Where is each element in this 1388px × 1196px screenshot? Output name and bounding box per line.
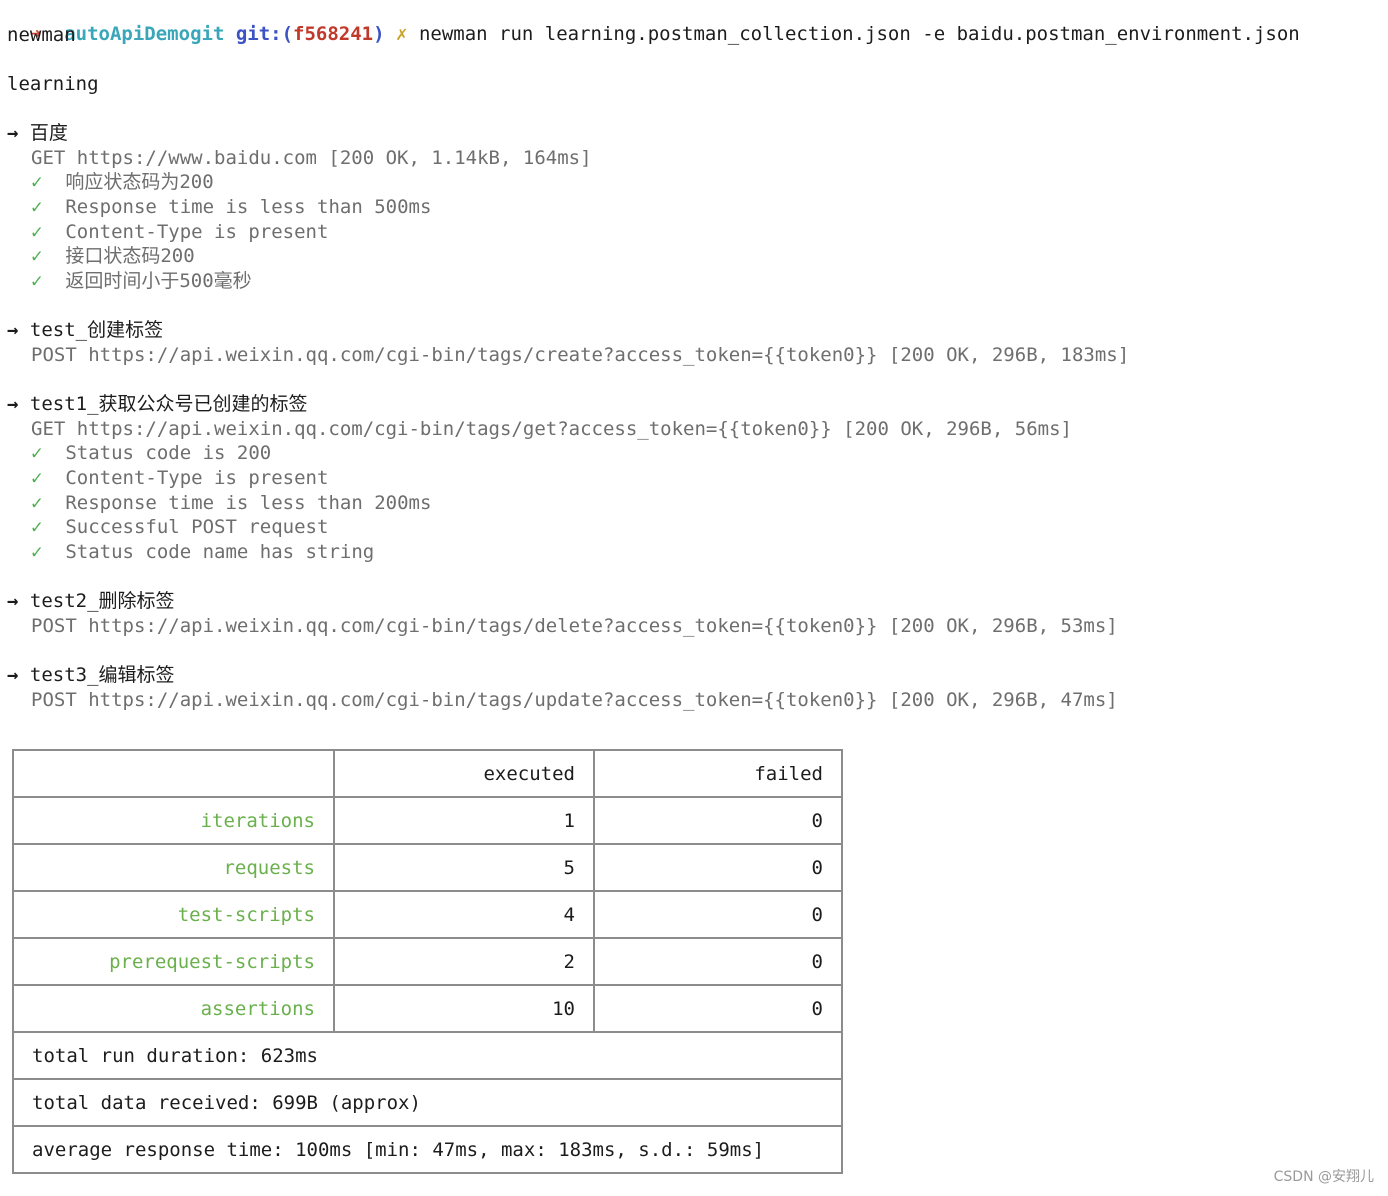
assertion-text: Successful POST request	[65, 516, 329, 538]
summary-metric: test-scripts	[12, 890, 335, 939]
check-icon: ✓	[31, 516, 43, 538]
check-icon: ✓	[31, 245, 43, 267]
summary-row: assertions 10 0	[12, 984, 843, 1033]
prompt-git-label: git:(	[235, 23, 294, 45]
assertion-item: ✓ Successful POST request	[31, 515, 328, 539]
request-name: test2_删除标签	[29, 590, 175, 612]
summary-footer-row: total data received: 699B (approx)	[12, 1078, 843, 1127]
assertion-item: ✓ Response time is less than 500ms	[31, 195, 431, 219]
assertion-item: ✓ Status code name has string	[31, 540, 374, 564]
summary-failed: 0	[593, 796, 843, 845]
summary-row: test-scripts 4 0	[12, 890, 843, 939]
assertion-item: ✓ Response time is less than 200ms	[31, 491, 431, 515]
assertion-text: Content-Type is present	[65, 221, 329, 243]
summary-header-cell: executed	[333, 749, 595, 798]
prompt-directory: autoApiDemogit	[64, 23, 225, 45]
summary-metric: assertions	[12, 984, 335, 1033]
request-line: POST https://api.weixin.qq.com/cgi-bin/t…	[31, 689, 1118, 711]
terminal-prompt-line: ➜ autoApiDemogit git:(f568241) ✗ newman …	[7, 0, 1300, 45]
summary-header-cell	[12, 749, 335, 798]
assertion-item: ✓ Content-Type is present	[31, 220, 328, 244]
assertion-text: Status code is 200	[65, 442, 272, 464]
assertion-text: Response time is less than 200ms	[65, 492, 432, 514]
request-line: GET https://www.baidu.com [200 OK, 1.14k…	[31, 147, 592, 169]
request-arrow-icon: →	[7, 590, 19, 612]
check-icon: ✓	[31, 442, 43, 464]
tool-name: newman	[7, 24, 76, 46]
summary-failed: 0	[593, 843, 843, 892]
check-icon: ✓	[31, 270, 43, 292]
request-arrow-icon: →	[7, 393, 19, 415]
request-header: → test3_编辑标签	[7, 663, 175, 687]
assertion-text: 响应状态码为200	[65, 171, 214, 193]
summary-header-cell: failed	[593, 749, 843, 798]
request-header: → test2_删除标签	[7, 589, 175, 613]
check-icon: ✓	[31, 541, 43, 563]
assertion-text: Status code name has string	[65, 541, 375, 563]
assertion-text: Response time is less than 500ms	[65, 196, 432, 218]
request-line: POST https://api.weixin.qq.com/cgi-bin/t…	[31, 615, 1118, 637]
assertion-text: 返回时间小于500毫秒	[65, 270, 252, 292]
check-icon: ✓	[31, 467, 43, 489]
summary-metric: prerequest-scripts	[12, 937, 335, 986]
assertion-item: ✓ Content-Type is present	[31, 466, 328, 490]
summary-footer-row: average response time: 100ms [min: 47ms,…	[12, 1125, 843, 1174]
assertion-text: 接口状态码200	[65, 245, 195, 267]
request-name: test1_获取公众号已创建的标签	[29, 393, 308, 415]
assertion-item: ✓ Status code is 200	[31, 441, 271, 465]
assertion-text: Content-Type is present	[65, 467, 329, 489]
summary-row: prerequest-scripts 2 0	[12, 937, 843, 986]
summary-metric: iterations	[12, 796, 335, 845]
total-data-received: total data received: 699B (approx)	[12, 1078, 843, 1127]
summary-row: requests 5 0	[12, 843, 843, 892]
collection-name: learning	[7, 73, 99, 95]
summary-executed: 5	[333, 843, 595, 892]
check-icon: ✓	[31, 492, 43, 514]
summary-executed: 2	[333, 937, 595, 986]
summary-executed: 1	[333, 796, 595, 845]
request-name: test3_编辑标签	[29, 664, 175, 686]
check-icon: ✓	[31, 196, 43, 218]
summary-footer-row: total run duration: 623ms	[12, 1031, 843, 1080]
assertion-item: ✓ 返回时间小于500毫秒	[31, 269, 252, 293]
summary-header-row: executed failed	[12, 749, 843, 798]
summary-failed: 0	[593, 890, 843, 939]
assertion-item: ✓ 响应状态码为200	[31, 170, 214, 194]
request-header: → test_创建标签	[7, 318, 163, 342]
check-icon: ✓	[31, 171, 43, 193]
summary-row: iterations 1 0	[12, 796, 843, 845]
prompt-branch: f568241	[293, 23, 374, 45]
prompt-command: newman run learning.postman_collection.j…	[418, 23, 1300, 45]
request-arrow-icon: →	[7, 319, 19, 341]
request-name: test_创建标签	[29, 319, 164, 341]
request-header: → test1_获取公众号已创建的标签	[7, 392, 308, 416]
total-run-duration: total run duration: 623ms	[12, 1031, 843, 1080]
check-icon: ✓	[31, 221, 43, 243]
request-line: POST https://api.weixin.qq.com/cgi-bin/t…	[31, 344, 1130, 366]
average-response-time: average response time: 100ms [min: 47ms,…	[12, 1125, 843, 1174]
assertion-item: ✓ 接口状态码200	[31, 244, 195, 268]
request-arrow-icon: →	[7, 122, 19, 144]
run-summary-table: executed failed iterations 1 0 requests …	[12, 749, 843, 1174]
request-arrow-icon: →	[7, 664, 19, 686]
summary-failed: 0	[593, 937, 843, 986]
summary-executed: 10	[333, 984, 595, 1033]
prompt-git-close: )	[373, 23, 385, 45]
summary-metric: requests	[12, 843, 335, 892]
request-line: GET https://api.weixin.qq.com/cgi-bin/ta…	[31, 418, 1072, 440]
summary-executed: 4	[333, 890, 595, 939]
request-name: 百度	[29, 122, 68, 144]
summary-failed: 0	[593, 984, 843, 1033]
watermark: CSDN @安翔儿	[1273, 1169, 1374, 1185]
request-header: → 百度	[7, 121, 68, 145]
dirty-mark-icon: ✗	[396, 23, 408, 45]
